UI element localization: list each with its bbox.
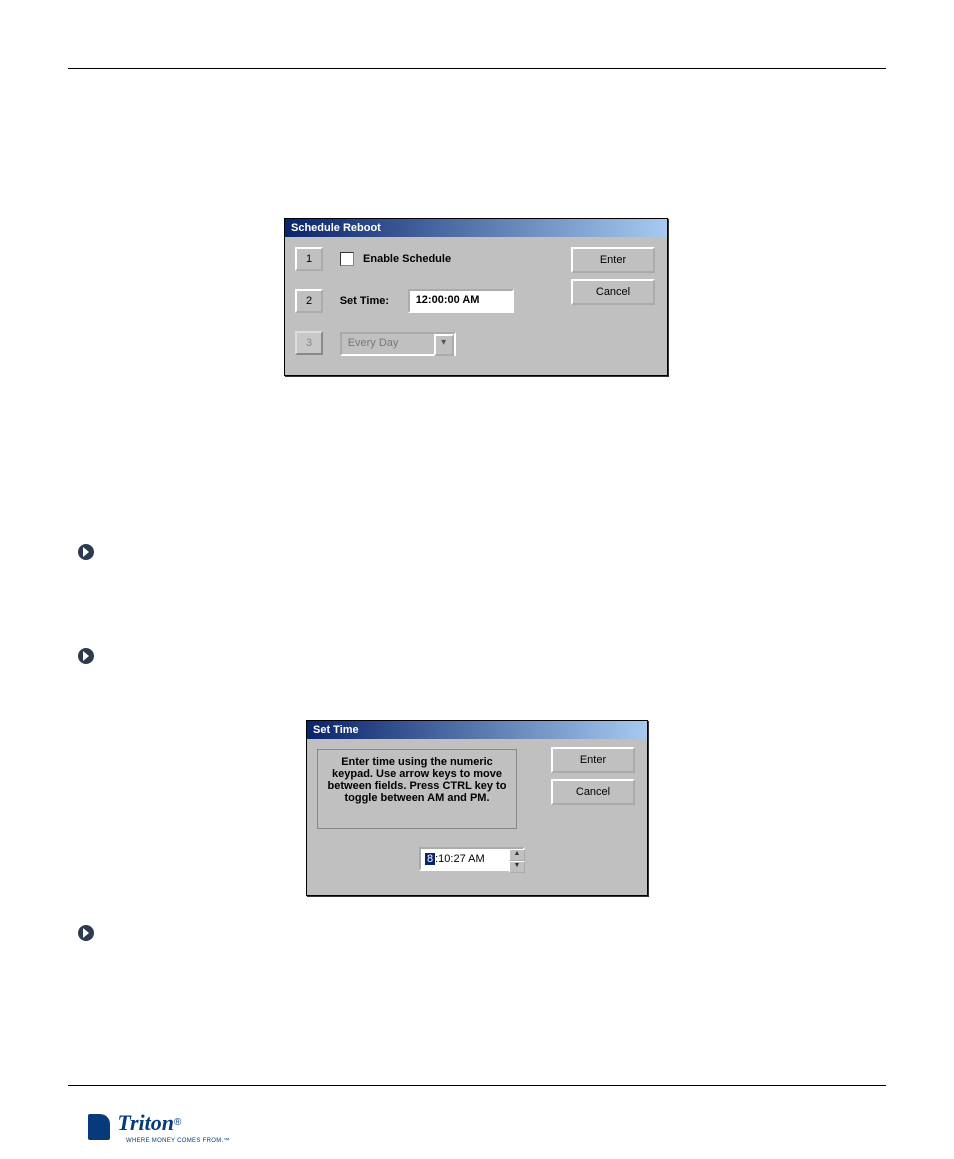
enable-schedule-label: Enable Schedule [363,253,451,265]
arrow-bullet-icon [78,925,94,941]
chevron-down-icon: ▾ [434,334,454,356]
time-spinner[interactable]: 8:10:27 AM ▲ ▼ [419,847,525,871]
arrow-bullet-icon [78,648,94,664]
time-rest: :10:27 AM [435,853,485,865]
set-time-label: Set Time: [340,295,389,307]
spin-up-icon[interactable]: ▲ [509,849,525,861]
instruction-text: Enter time using the numeric keypad. Use… [317,749,517,829]
enable-schedule-row: 1 Enable Schedule [295,247,657,277]
option-3-button: 3 [295,331,323,355]
schedule-reboot-dialog: Schedule Reboot Enter Cancel 1 Enable Sc… [284,218,668,376]
frequency-dropdown: Every Day ▾ [340,332,456,356]
bottom-rule [68,1085,886,1086]
top-rule [68,68,886,69]
frequency-row: 3 Every Day ▾ [295,331,657,361]
set-time-dialog: Set Time Enter Cancel Enter time using t… [306,720,648,896]
brand-mark-icon [88,1114,110,1140]
time-input[interactable]: 12:00:00 AM [408,289,514,313]
dialog-title: Schedule Reboot [285,219,667,237]
brand-name: Triton [117,1110,174,1136]
option-1-button[interactable]: 1 [295,247,323,271]
cancel-button[interactable]: Cancel [551,779,635,805]
time-hour-selected: 8 [425,853,435,865]
spin-down-icon[interactable]: ▼ [509,861,525,873]
enter-button[interactable]: Enter [551,747,635,773]
registered-mark: ® [174,1117,181,1128]
set-time-row: 2 Set Time: 12:00:00 AM [295,289,657,319]
dialog-title: Set Time [307,721,647,739]
brand-logo: Triton® WHERE MONEY COMES FROM.™ [88,1110,248,1142]
enable-schedule-checkbox[interactable] [340,252,354,266]
arrow-bullet-icon [78,544,94,560]
brand-tagline: WHERE MONEY COMES FROM.™ [126,1138,248,1144]
option-2-button[interactable]: 2 [295,289,323,313]
